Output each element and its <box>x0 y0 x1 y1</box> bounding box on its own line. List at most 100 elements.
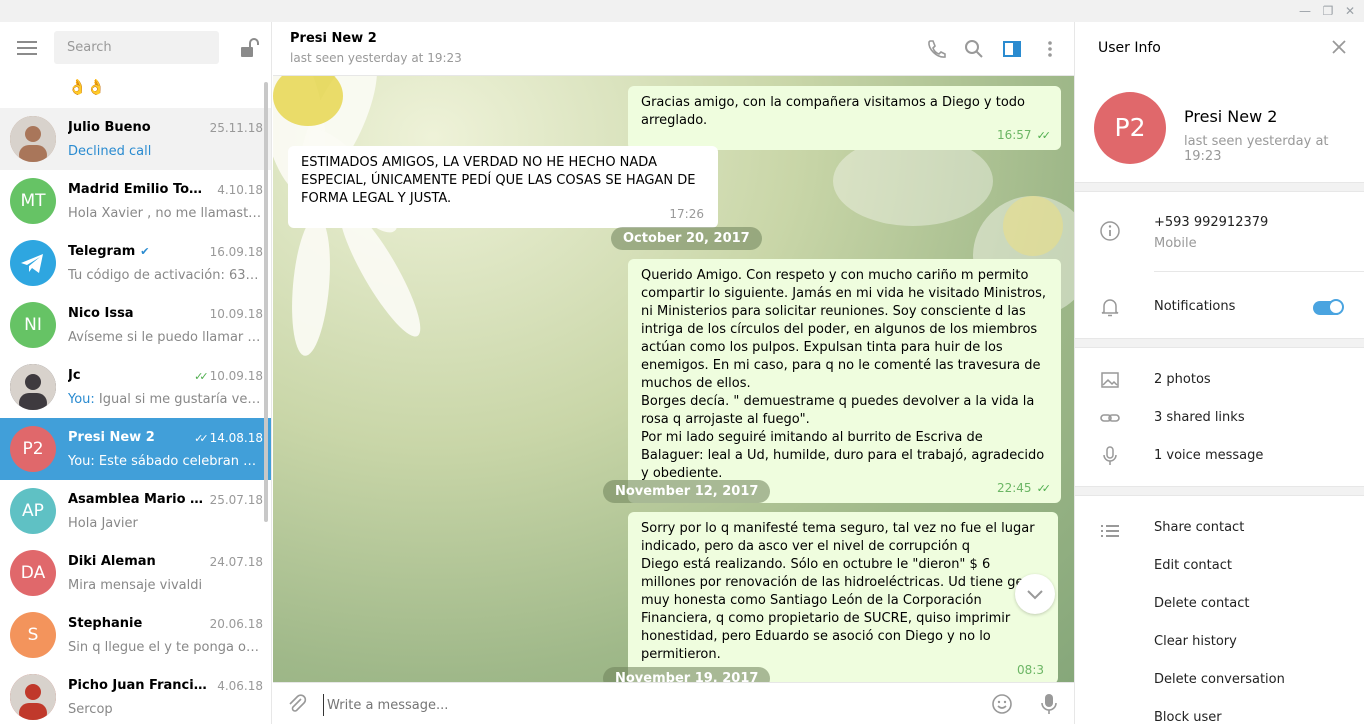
chat-panel: Presi New 2 last seen yesterday at 19:23… <box>273 22 1074 724</box>
search-icon[interactable] <box>963 38 985 60</box>
avatar: MT <box>10 178 56 224</box>
close-icon[interactable] <box>1331 39 1347 55</box>
message-time: 22:45 ✓✓ <box>996 481 1051 495</box>
shared-media-row[interactable]: 2 photos <box>1075 361 1364 399</box>
row-divider <box>1154 271 1364 272</box>
chat-item[interactable]: Picho Juan Francisco 4.06.18 Sercop <box>0 666 271 724</box>
avatar: DA <box>10 550 56 596</box>
chat-item[interactable]: NI Nico Issa 10.09.18 Avíseme si le puedo l… <box>0 294 271 356</box>
contact-action[interactable]: Delete contact <box>1075 585 1364 623</box>
peer-status: last seen yesterday at 19:23 <box>290 51 462 65</box>
chat-date: ✓✓ 14.08.18 <box>194 431 263 445</box>
avatar: NI <box>10 302 56 348</box>
chat-item[interactable]: Jc ✓✓ 10.09.18 You: Igual si me gustaría ve… <box>0 356 271 418</box>
chat-item[interactable]: Telegram ✔ 16.09.18 Tu código de activación… <box>0 232 271 294</box>
chat-preview: 👌👌 <box>68 78 106 96</box>
shared-media-label: 2 photos <box>1154 372 1211 387</box>
avatar <box>10 364 56 410</box>
contact-action[interactable]: Share contact <box>1075 509 1364 547</box>
chat-item[interactable]: DA Diki Aleman 24.07.18 Mira mensaje vivald… <box>0 542 271 604</box>
contact-action[interactable]: Edit contact <box>1075 547 1364 585</box>
contact-action-label: Delete contact <box>1154 596 1250 611</box>
chat-name: Diki Aleman <box>68 554 156 569</box>
shared-media-label: 3 shared links <box>1154 410 1245 425</box>
chat-name: Picho Juan Francisco <box>68 678 208 693</box>
contact-action-label: Clear history <box>1154 634 1237 649</box>
chat-preview: Tu código de activación: 63664 ... <box>68 268 264 283</box>
chat-name: Julio Bueno <box>68 120 151 135</box>
read-checkmarks-icon: ✓✓ <box>194 370 209 383</box>
date-separator: October 20, 2017 <box>611 227 762 250</box>
phone-icon[interactable] <box>925 38 947 60</box>
peer-name[interactable]: Presi New 2 <box>290 31 377 46</box>
scrollbar[interactable] <box>264 82 268 522</box>
verified-badge-icon: ✔ <box>140 245 150 258</box>
avatar: P2 <box>10 426 56 472</box>
contact-action-label: Delete conversation <box>1154 672 1285 687</box>
info-icon <box>1100 221 1120 241</box>
minimize-button[interactable]: — <box>1297 3 1313 19</box>
attach-icon[interactable] <box>285 692 309 716</box>
chat-preview: Sercop <box>68 702 113 717</box>
shared-media-row[interactable]: 3 shared links <box>1075 399 1364 437</box>
chat-date: 4.06.18 <box>217 679 263 693</box>
search-input[interactable]: Search <box>54 31 219 64</box>
notifications-label: Notifications <box>1154 299 1236 314</box>
photo-icon <box>1101 372 1119 388</box>
scroll-down-button[interactable] <box>1015 574 1055 614</box>
message-time: 16:57 ✓✓ <box>996 128 1052 142</box>
chat-item[interactable]: S Stephanie 20.06.18 Sin q llegue el y te p… <box>0 604 271 666</box>
chat-preview: Sin q llegue el y te ponga obstá... <box>68 640 264 655</box>
chat-header: Presi New 2 last seen yesterday at 19:23 <box>273 22 1074 76</box>
chevron-down-icon <box>1027 590 1043 600</box>
phone-number: +593 992912379 <box>1154 215 1269 230</box>
incoming-message[interactable]: ESTIMADOS AMIGOS, LA VERDAD NO HE HECHO … <box>288 146 718 228</box>
close-window-button[interactable]: ✕ <box>1342 3 1358 19</box>
chat-name: Nico Issa <box>68 306 134 321</box>
chat-item[interactable]: MT Madrid Emilio Torres 4.10.18 Hola Xavier… <box>0 170 271 232</box>
phone-label: Mobile <box>1154 236 1197 251</box>
message-time: 17:26 <box>669 207 704 221</box>
restore-button[interactable]: ❐ <box>1320 3 1336 19</box>
phone-row[interactable]: +593 992912379 Mobile <box>1075 212 1364 262</box>
outgoing-message[interactable]: Gracias amigo, con la compañera visitamo… <box>628 86 1061 150</box>
shared-media-row[interactable]: 1 voice message <box>1075 437 1364 475</box>
shared-media-label: 1 voice message <box>1154 448 1264 463</box>
sidebar-toggle-icon[interactable] <box>1001 38 1023 60</box>
contact-action-label: Block user <box>1154 710 1222 724</box>
microphone-icon <box>1103 446 1117 465</box>
contact-action[interactable]: Clear history <box>1075 623 1364 661</box>
outgoing-message[interactable]: Sorry por lo q manifesté tema seguro, ta… <box>628 512 1058 682</box>
contact-action[interactable]: Delete conversation <box>1075 661 1364 699</box>
emoji-icon[interactable] <box>991 693 1013 715</box>
notifications-toggle[interactable] <box>1313 299 1344 315</box>
chat-preview: You: Igual si me gustaría verlo s... <box>68 392 264 407</box>
message-composer <box>273 682 1074 724</box>
message-text: Gracias amigo, con la compañera visitamo… <box>641 95 1025 128</box>
chat-preview: You: Este sábado celebran 4 a... <box>68 454 264 469</box>
chat-date: 10.09.18 <box>209 307 263 321</box>
chat-date: 20.06.18 <box>209 617 263 631</box>
chat-date: 24.07.18 <box>209 555 263 569</box>
chat-item[interactable]: P2 Presi New 2 ✓✓ 14.08.18 You: Este sábado … <box>0 418 271 480</box>
avatar[interactable]: P2 <box>1094 92 1166 164</box>
chat-item[interactable]: Julio Bueno 25.11.18 Declined call <box>0 108 271 170</box>
notifications-row[interactable]: Notifications <box>1075 288 1364 326</box>
chat-list-panel: Search AP 👌👌 Julio Bueno 25.11.18 Declined… <box>0 22 272 724</box>
panel-title: User Info <box>1098 40 1161 56</box>
message-input[interactable] <box>323 694 963 716</box>
telegram-logo-icon <box>21 254 43 273</box>
chat-preview: Declined call <box>68 144 152 159</box>
more-options-icon[interactable] <box>1039 38 1061 60</box>
chat-name: Presi New 2 <box>68 430 155 445</box>
contact-name: Presi New 2 <box>1184 107 1278 126</box>
unlock-icon[interactable] <box>237 37 259 59</box>
link-icon <box>1100 414 1120 422</box>
chat-item[interactable]: AP Asamblea Mario Paz...25.07.18 Hola Javi… <box>0 480 271 542</box>
menu-icon[interactable] <box>17 41 37 55</box>
microphone-icon[interactable] <box>1039 692 1059 716</box>
outgoing-message[interactable]: Querido Amigo. Con respeto y con mucho c… <box>628 259 1061 503</box>
contact-action[interactable]: Block user <box>1075 699 1364 724</box>
profile-photo-icon <box>10 674 56 720</box>
read-checkmarks-icon: ✓✓ <box>1036 129 1052 142</box>
